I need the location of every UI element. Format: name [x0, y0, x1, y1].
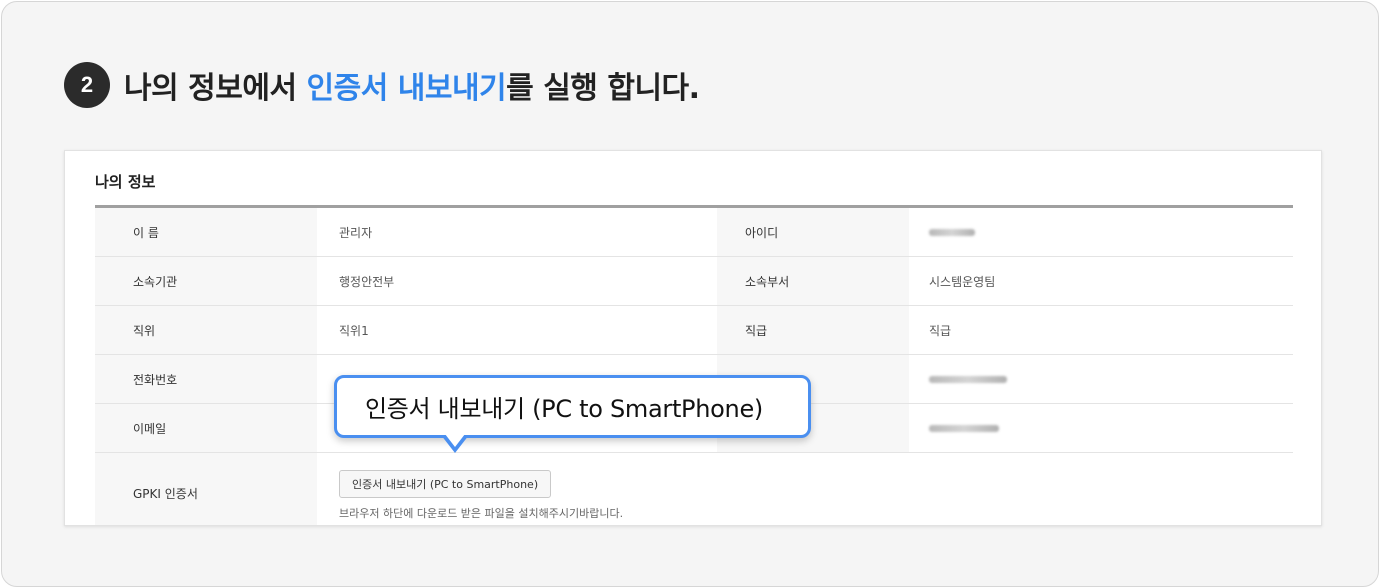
- row-label: 전화번호: [95, 355, 317, 403]
- table-row-gpki: GPKI 인증서 인증서 내보내기 (PC to SmartPhone) 브라우…: [95, 453, 1293, 525]
- callout-tail-inner: [445, 434, 465, 447]
- step-text-highlight: 인증서 내보내기: [306, 71, 507, 106]
- step-instruction: 나의 정보에서 인증서 내보내기를 실행 합니다.: [124, 63, 700, 107]
- table-row: 소속기관 행정안전부 소속부서 시스템운영팀: [95, 257, 1293, 306]
- row-value-gpki: 인증서 내보내기 (PC to SmartPhone) 브라우저 하단에 다운로…: [317, 453, 1293, 525]
- blurred-value: [929, 424, 999, 432]
- row-label-2: 직급: [717, 306, 909, 354]
- table-row: 이 름 관리자 아이디: [95, 208, 1293, 257]
- blurred-value: [929, 228, 975, 236]
- table-row: 직위 직위1 직급 직급: [95, 306, 1293, 355]
- instruction-panel: 2 나의 정보에서 인증서 내보내기를 실행 합니다. 나의 정보 이 름 관리…: [1, 1, 1379, 587]
- blurred-value: [929, 375, 1007, 383]
- row-label-gpki: GPKI 인증서: [95, 453, 317, 525]
- step-text-after: 를 실행 합니다.: [506, 71, 700, 106]
- row-label-2: 아이디: [717, 208, 909, 256]
- row-value: 직위1: [339, 323, 369, 338]
- my-info-card: 나의 정보 이 름 관리자 아이디 소속기관 행정안전부 소속부서 시스템운영팀…: [64, 150, 1322, 526]
- row-value-2: [909, 404, 1293, 452]
- download-hint: 브라우저 하단에 다운로드 받은 파일을 설치해주시기바랍니다.: [339, 506, 624, 520]
- row-label: 이메일: [95, 404, 317, 452]
- callout-tooltip: 인증서 내보내기 (PC to SmartPhone): [334, 375, 811, 438]
- step-heading: 2 나의 정보에서 인증서 내보내기를 실행 합니다.: [64, 62, 700, 108]
- card-title: 나의 정보: [95, 173, 156, 191]
- row-label: 직위: [95, 306, 317, 354]
- row-value: 관리자: [339, 225, 373, 240]
- row-label: 소속기관: [95, 257, 317, 305]
- step-number-badge: 2: [64, 62, 110, 108]
- row-label-2: 소속부서: [717, 257, 909, 305]
- row-value-2: [909, 208, 1293, 256]
- row-value-2: [909, 355, 1293, 403]
- row-value: 행정안전부: [339, 274, 395, 289]
- step-text-before: 나의 정보에서: [124, 71, 307, 106]
- row-label: 이 름: [95, 208, 317, 256]
- row-value-2: 직급: [929, 323, 952, 338]
- info-table: 이 름 관리자 아이디 소속기관 행정안전부 소속부서 시스템운영팀 직위 직위…: [95, 205, 1293, 525]
- row-value-2: 시스템운영팀: [929, 274, 996, 289]
- export-certificate-button[interactable]: 인증서 내보내기 (PC to SmartPhone): [339, 469, 552, 498]
